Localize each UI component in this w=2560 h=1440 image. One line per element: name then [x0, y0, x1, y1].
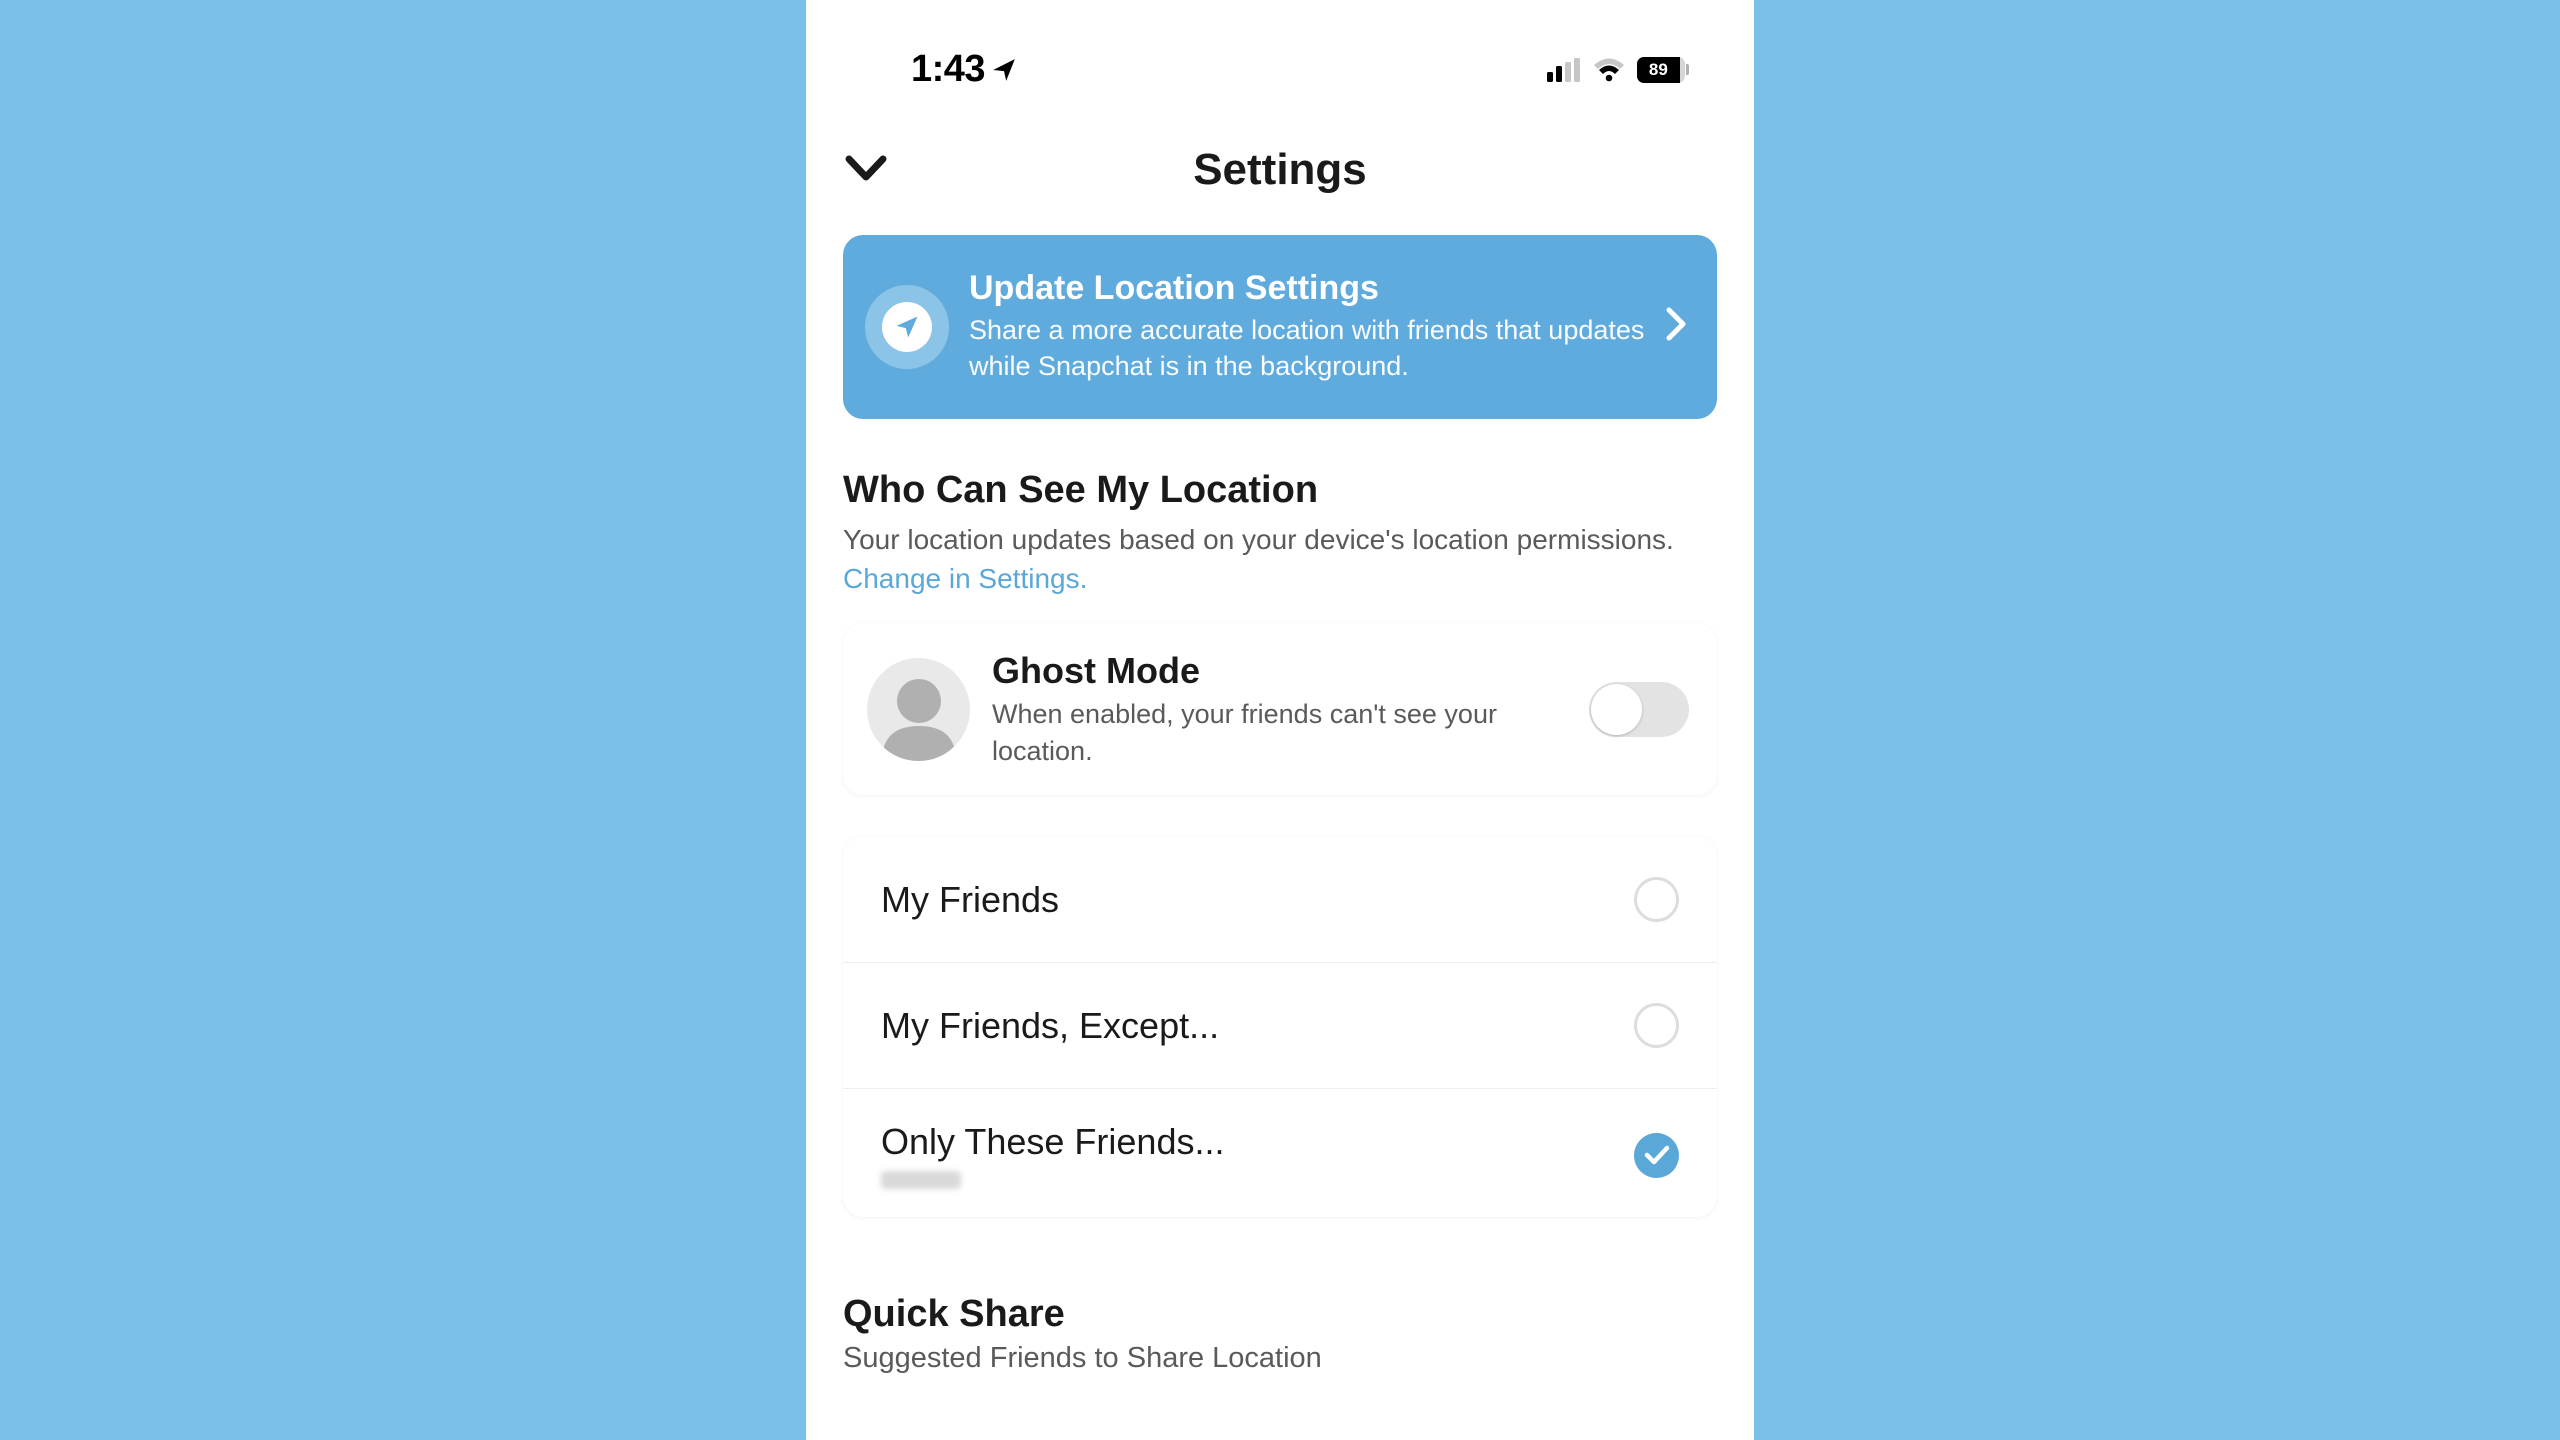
- option-label: My Friends, Except...: [881, 1005, 1219, 1047]
- option-my-friends[interactable]: My Friends: [843, 837, 1717, 962]
- cellular-signal-icon: [1547, 58, 1581, 82]
- navigation-arrow-icon: [893, 313, 921, 341]
- person-silhouette-icon: [874, 671, 964, 761]
- status-right: 89: [1547, 57, 1689, 83]
- banner-icon-circle: [865, 285, 949, 369]
- checkmark-icon: [1644, 1145, 1670, 1165]
- option-text: My Friends: [881, 879, 1059, 921]
- who-can-see-desc-text: Your location updates based on your devi…: [843, 524, 1674, 555]
- option-my-friends-except[interactable]: My Friends, Except...: [843, 962, 1717, 1088]
- banner-description: Share a more accurate location with frie…: [969, 312, 1645, 385]
- battery-percent: 89: [1649, 60, 1668, 80]
- visibility-options-card: My Friends My Friends, Except... Only Th…: [843, 837, 1717, 1217]
- banner-chevron: [1665, 306, 1687, 347]
- radio-unchecked: [1634, 877, 1679, 922]
- back-button[interactable]: [841, 143, 891, 198]
- battery-fill: 89: [1637, 57, 1680, 83]
- change-in-settings-link[interactable]: Change in Settings.: [843, 563, 1087, 594]
- ghost-mode-title: Ghost Mode: [992, 650, 1567, 692]
- phone-screen: 1:43 89: [806, 0, 1754, 1440]
- option-label: Only These Friends...: [881, 1121, 1224, 1163]
- option-text: My Friends, Except...: [881, 1005, 1219, 1047]
- location-arrow-icon: [991, 57, 1017, 83]
- battery-tip: [1686, 64, 1689, 75]
- banner-icon-inner: [882, 302, 932, 352]
- quick-share-header: Quick Share Suggested Friends to Share L…: [806, 1293, 1754, 1375]
- status-left: 1:43: [911, 48, 1017, 91]
- who-can-see-title: Who Can See My Location: [843, 469, 1717, 512]
- quick-share-title: Quick Share: [843, 1293, 1717, 1336]
- wifi-icon: [1593, 58, 1625, 82]
- banner-body: Update Location Settings Share a more ac…: [969, 269, 1645, 385]
- battery-body: 89: [1637, 57, 1685, 83]
- option-sublabel-blur: [881, 1171, 961, 1189]
- radio-unchecked: [1634, 1003, 1679, 1048]
- status-time: 1:43: [911, 48, 985, 91]
- radio-checked: [1634, 1133, 1679, 1178]
- ghost-mode-row: Ghost Mode When enabled, your friends ca…: [843, 624, 1717, 795]
- option-only-these-friends[interactable]: Only These Friends...: [843, 1088, 1717, 1217]
- option-label: My Friends: [881, 879, 1059, 921]
- quick-share-description: Suggested Friends to Share Location: [843, 1342, 1717, 1375]
- toggle-knob: [1591, 684, 1642, 735]
- who-can-see-description: Your location updates based on your devi…: [843, 520, 1717, 598]
- avatar-placeholder: [867, 658, 970, 761]
- status-bar: 1:43 89: [806, 0, 1754, 115]
- update-location-banner[interactable]: Update Location Settings Share a more ac…: [843, 235, 1717, 419]
- chevron-down-icon: [841, 143, 891, 193]
- battery-indicator: 89: [1637, 57, 1689, 83]
- page-title: Settings: [841, 145, 1719, 195]
- ghost-mode-card: Ghost Mode When enabled, your friends ca…: [843, 624, 1717, 795]
- ghost-mode-toggle[interactable]: [1589, 682, 1689, 737]
- banner-title: Update Location Settings: [969, 269, 1645, 308]
- page-header: Settings: [806, 115, 1754, 235]
- ghost-mode-description: When enabled, your friends can't see you…: [992, 696, 1567, 769]
- chevron-right-icon: [1665, 306, 1687, 342]
- ghost-mode-text: Ghost Mode When enabled, your friends ca…: [992, 650, 1567, 769]
- who-can-see-header: Who Can See My Location Your location up…: [806, 469, 1754, 598]
- option-text: Only These Friends...: [881, 1121, 1224, 1189]
